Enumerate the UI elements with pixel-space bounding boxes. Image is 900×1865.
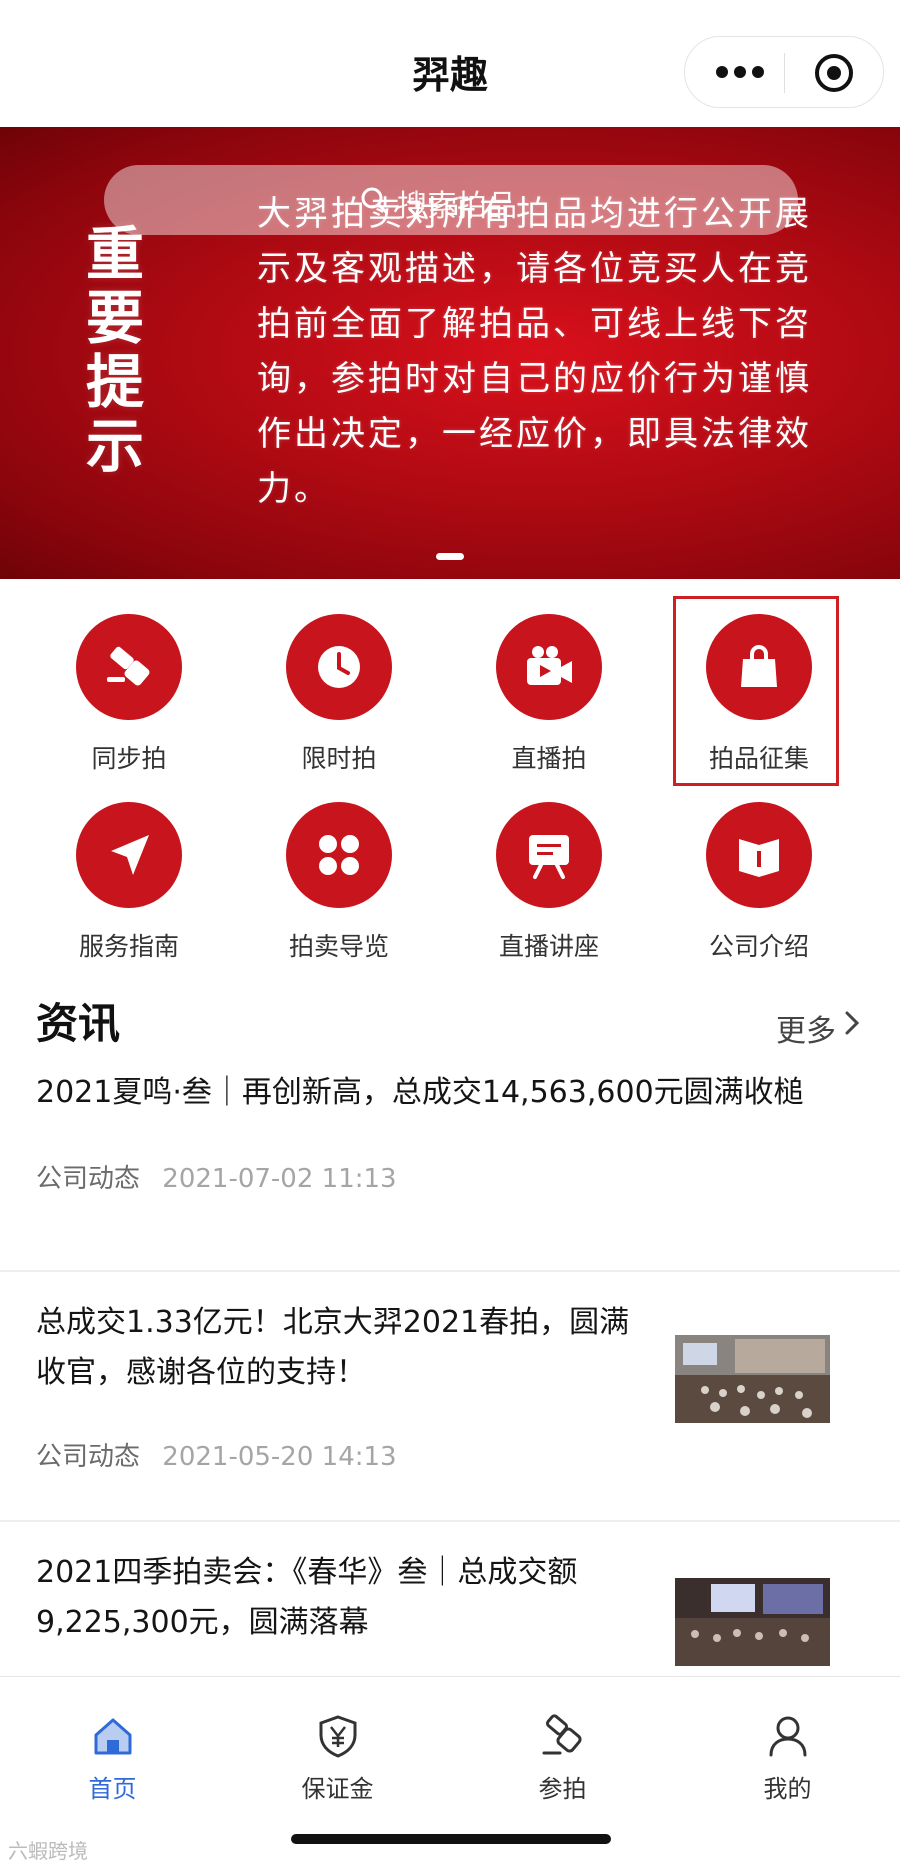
news-meta: 公司动态 2021-07-02 11:13: [36, 1158, 397, 1195]
news-category: 公司动态: [36, 1442, 141, 1472]
news-thumbnail: [675, 1578, 830, 1666]
clock-icon: [286, 614, 392, 720]
news-headline: 2021四季拍卖会：《春华》叁｜总成交额9,225,300元，圆满落幕: [36, 1555, 578, 1640]
search-icon: [361, 187, 388, 214]
news-headline: 总成交1.33亿元！北京大羿2021春拍，圆满收官，感谢各位的支持！: [36, 1305, 630, 1390]
grid-item-timed-auction[interactable]: 限时拍: [234, 579, 444, 773]
news-date: 2021-05-20 14:13: [162, 1442, 397, 1472]
divider: [0, 1520, 900, 1522]
lecture-board-icon: [496, 802, 602, 908]
grid-item-live-lecture[interactable]: 直播讲座: [444, 767, 654, 961]
news-category: 公司动态: [36, 1164, 141, 1194]
grid-item-auction-guide[interactable]: 拍卖导览: [234, 767, 444, 961]
mini-program-capsule: [684, 36, 884, 108]
home-indicator[interactable]: [291, 1834, 611, 1844]
grid-label: 公司介绍: [708, 932, 809, 961]
chevron-right-icon[interactable]: [842, 1008, 862, 1038]
tab-mine[interactable]: 我的: [675, 1677, 900, 1807]
grid-item-live-auction[interactable]: 直播拍: [444, 579, 654, 773]
tab-label: 首页: [88, 1775, 137, 1803]
grid-label: 服务指南: [78, 932, 179, 961]
four-dots-icon: [286, 802, 392, 908]
news-item[interactable]: 2021四季拍卖会：《春华》叁｜总成交额9,225,300元，圆满落幕: [0, 1548, 900, 1676]
grid-label: 拍卖导览: [288, 932, 389, 961]
divider: [0, 1270, 900, 1272]
notice-banner[interactable]: 重要提示 大羿拍卖对所有拍品均进行公开展示及客观描述，请各位竞买人在竞拍前全面了…: [0, 127, 900, 579]
search-placeholder: 搜索拍品: [397, 189, 517, 224]
news-item[interactable]: 总成交1.33亿元！北京大羿2021春拍，圆满收官，感谢各位的支持！ 公司动态 …: [0, 1298, 900, 1518]
capsule-divider: [784, 53, 785, 93]
banner-body: 大羿拍卖对所有拍品均进行公开展示及客观描述，请各位竞买人在竞拍前全面了解拍品、可…: [257, 194, 812, 509]
tab-deposit[interactable]: 保证金: [225, 1677, 450, 1807]
news-thumbnail: [675, 1335, 830, 1423]
watermark: 六蝦跨境: [8, 1839, 88, 1863]
news-headline: 2021夏鸣·叁｜再创新高，总成交14,563,600元圆满收槌: [36, 1075, 804, 1110]
user-icon: [769, 1716, 807, 1757]
tab-label: 我的: [763, 1775, 812, 1803]
title-bar: 羿趣: [0, 0, 900, 127]
news-section-title: 资讯: [36, 999, 121, 1048]
grid-item-service-guide[interactable]: 服务指南: [24, 767, 234, 961]
news-meta: 公司动态 2021-05-20 14:13: [36, 1436, 397, 1473]
search-bar[interactable]: 搜索拍品: [104, 165, 798, 235]
grid-label: 直播讲座: [498, 932, 599, 961]
more-dots-icon[interactable]: [715, 59, 765, 85]
video-camera-icon: [496, 614, 602, 720]
gavel-icon: [76, 614, 182, 720]
selection-highlight-box: [673, 596, 839, 786]
banner-heading: 重要提示: [85, 220, 144, 480]
grid-item-company-intro[interactable]: 公司介绍: [654, 767, 864, 961]
tab-label: 保证金: [301, 1775, 374, 1803]
home-icon: [94, 1718, 132, 1755]
book-icon: [706, 802, 812, 908]
news-date: 2021-07-02 11:13: [162, 1164, 397, 1194]
navigation-arrow-icon: [76, 802, 182, 908]
tab-home[interactable]: 首页: [0, 1677, 225, 1807]
tab-label: 参拍: [538, 1775, 587, 1803]
news-item[interactable]: 2021夏鸣·叁｜再创新高，总成交14,563,600元圆满收槌 公司动态 20…: [0, 1068, 900, 1268]
tab-bid[interactable]: 参拍: [450, 1677, 675, 1807]
gavel-icon: [542, 1714, 582, 1755]
news-more-link[interactable]: 更多: [776, 1006, 836, 1050]
shield-yen-icon: [319, 1715, 357, 1758]
carousel-indicator: [436, 553, 464, 560]
grid-item-sync-auction[interactable]: 同步拍: [24, 579, 234, 773]
close-target-icon[interactable]: [813, 52, 855, 94]
news-section-header: 资讯 更多: [0, 990, 900, 1060]
